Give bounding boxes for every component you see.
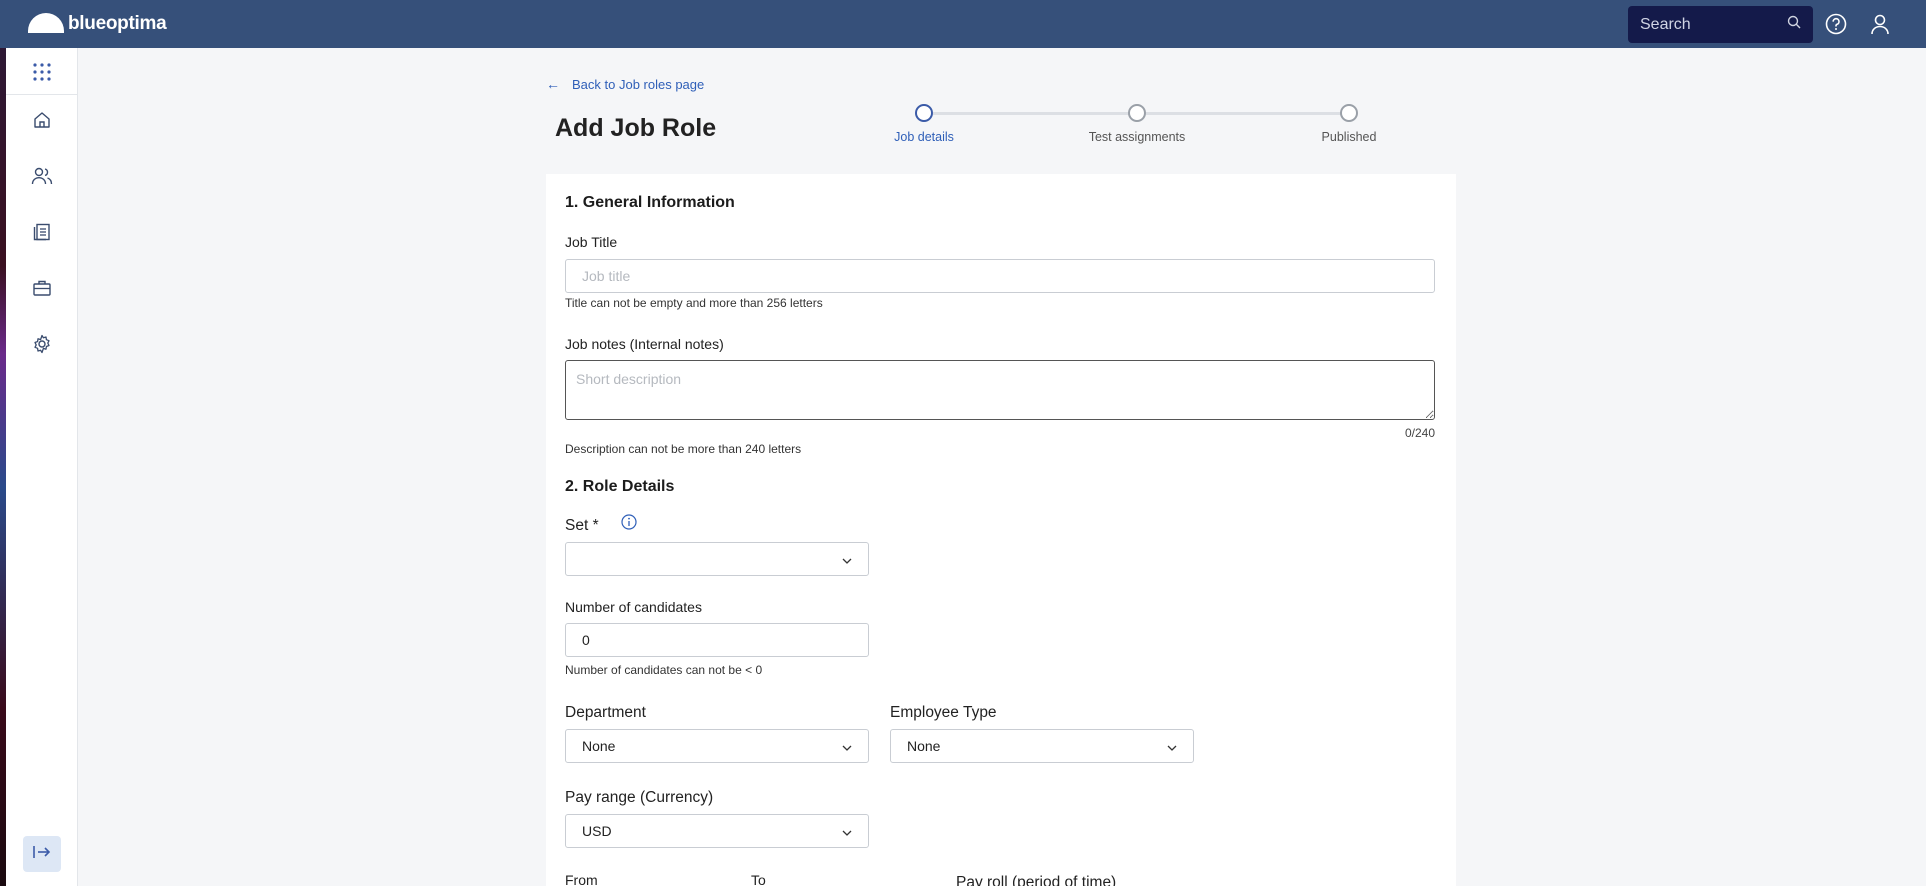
chevron-down-icon xyxy=(842,551,852,567)
briefcase-icon[interactable] xyxy=(28,274,56,302)
employee-type-select-value: None xyxy=(907,738,941,754)
expand-sidebar-button[interactable] xyxy=(23,836,61,872)
job-notes-label: Job notes (Internal notes) xyxy=(565,336,724,352)
sidebar xyxy=(6,48,78,886)
pay-to-label: To xyxy=(751,872,766,886)
step-2-label: Test assignments xyxy=(1088,130,1186,144)
section-role-details-title: 2. Role Details xyxy=(565,478,675,495)
back-arrow-icon: ← xyxy=(546,76,560,92)
set-select[interactable] xyxy=(565,542,869,576)
search-icon[interactable] xyxy=(1787,15,1801,34)
employee-type-label: Employee Type xyxy=(890,704,997,721)
number-of-candidates-helper: Number of candidates can not be < 0 xyxy=(565,663,763,677)
employee-type-select[interactable]: None xyxy=(890,729,1194,763)
job-role-form-card: 1. General Information Job Title Title c… xyxy=(546,174,1456,886)
chevron-down-icon xyxy=(1167,738,1177,754)
sidebar-divider xyxy=(6,94,78,95)
job-title-helper: Title can not be empty and more than 256… xyxy=(565,296,823,310)
payroll-period-label: Pay roll (period of time) xyxy=(956,874,1117,886)
settings-icon[interactable] xyxy=(28,330,56,358)
department-label: Department xyxy=(565,704,646,721)
step-2-circle[interactable] xyxy=(1128,104,1146,122)
brand-name: blueoptima xyxy=(68,13,167,34)
chevron-down-icon xyxy=(842,823,852,839)
brand-logo[interactable]: blueoptima xyxy=(28,8,167,40)
step-1-circle[interactable] xyxy=(915,104,933,122)
number-of-candidates-input[interactable] xyxy=(565,623,869,657)
job-notes-counter: 0/240 xyxy=(1404,426,1435,440)
back-link-label: Back to Job roles page xyxy=(572,76,705,92)
back-to-job-roles-link[interactable]: ← Back to Job roles page xyxy=(546,76,704,92)
apps-grid-icon[interactable] xyxy=(28,58,56,86)
home-icon[interactable] xyxy=(28,106,56,134)
chevron-down-icon xyxy=(842,738,852,754)
search-box[interactable] xyxy=(1628,6,1813,43)
job-notes-textarea[interactable] xyxy=(565,360,1435,420)
brand-logo-mark xyxy=(28,13,64,33)
department-select[interactable]: None xyxy=(565,729,869,763)
number-of-candidates-label: Number of candidates xyxy=(565,599,702,615)
step-1-label: Job details xyxy=(894,130,954,144)
pay-from-label: From xyxy=(565,872,598,886)
search-input[interactable] xyxy=(1640,15,1787,34)
expand-sidebar-icon xyxy=(32,844,52,865)
stepper-connector-1 xyxy=(933,112,1129,115)
set-label: Set * xyxy=(565,517,599,534)
job-title-input[interactable] xyxy=(565,259,1435,293)
job-notes-helper: Description can not be more than 240 let… xyxy=(565,442,802,456)
page-title: Add Job Role xyxy=(555,114,717,142)
pay-range-select-value: USD xyxy=(582,823,612,839)
step-3-circle[interactable] xyxy=(1340,104,1358,122)
help-icon[interactable] xyxy=(1823,11,1849,37)
section-general-information-title: 1. General Information xyxy=(565,194,735,211)
tests-icon[interactable] xyxy=(28,218,56,246)
department-select-value: None xyxy=(582,738,616,754)
users-icon[interactable] xyxy=(28,162,56,190)
info-icon[interactable] xyxy=(621,514,637,530)
stepper-connector-2 xyxy=(1146,112,1341,115)
top-bar: blueoptima xyxy=(0,0,1926,48)
pay-range-currency-select[interactable]: USD xyxy=(565,814,869,848)
user-icon[interactable] xyxy=(1867,11,1893,37)
job-title-label: Job Title xyxy=(565,234,618,250)
step-3-label: Published xyxy=(1321,130,1377,144)
pay-range-label: Pay range (Currency) xyxy=(565,789,714,806)
